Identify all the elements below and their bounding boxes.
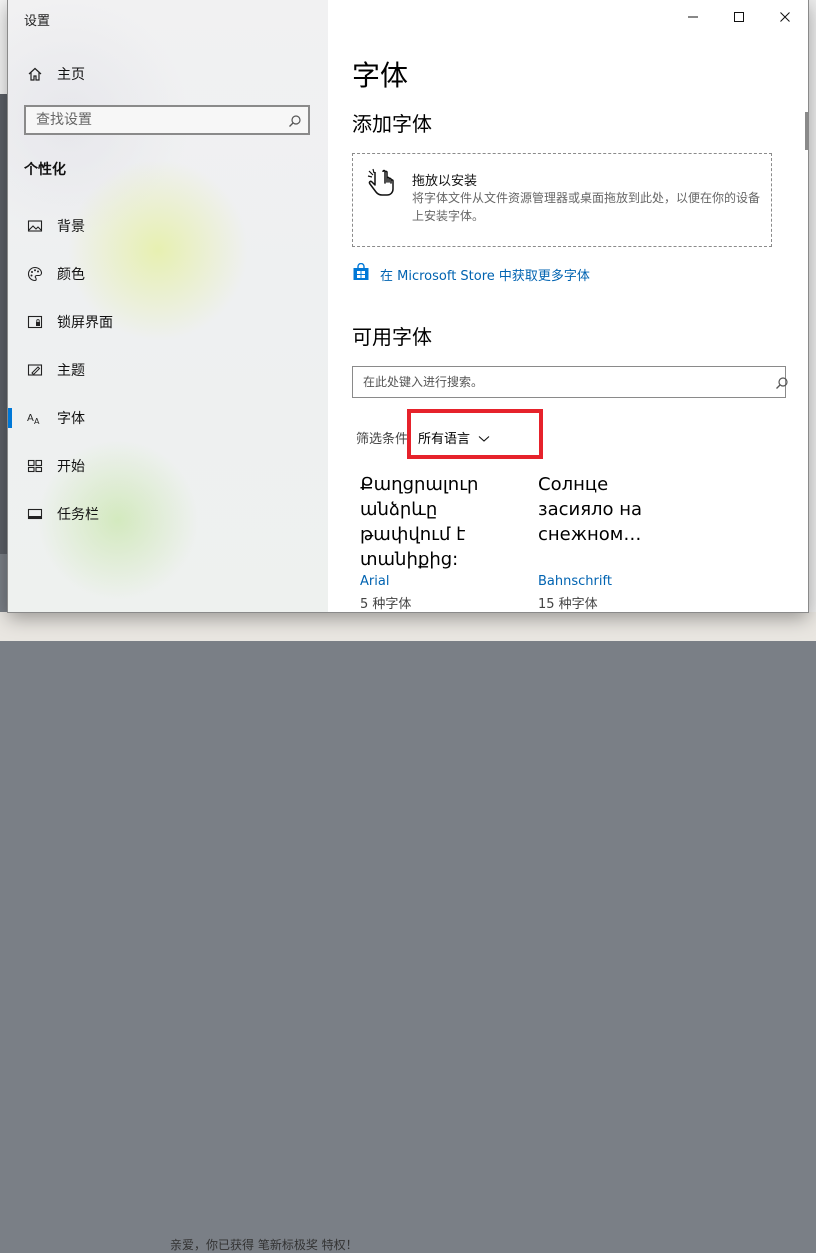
sidebar-item-themes[interactable]: 主题	[8, 350, 328, 390]
settings-search-input[interactable]	[26, 107, 276, 133]
font-card-bahnschrift[interactable]: Солнце засияло на снежном… Bahnschrift 1…	[538, 472, 688, 612]
font-icon: AA	[26, 409, 44, 427]
sidebar-item-label: 背景	[57, 219, 85, 235]
background-peek-text: 亲爱，你已获得 笔新标极奖 特权！	[170, 1238, 358, 1252]
sidebar: 设置 主页 个性化 背景 颜色	[8, 0, 328, 612]
scrollbar-thumb[interactable]	[805, 112, 808, 150]
add-fonts-heading: 添加字体	[352, 112, 432, 136]
taskbar-icon	[26, 505, 44, 523]
palette-icon	[26, 265, 44, 283]
filter-label: 筛选条件	[356, 432, 409, 447]
theme-icon	[26, 361, 44, 379]
close-button[interactable]	[762, 0, 808, 34]
sidebar-item-background[interactable]: 背景	[8, 206, 328, 246]
picture-icon	[26, 217, 44, 235]
svg-text:A: A	[27, 413, 34, 424]
sidebar-item-lock-screen[interactable]: 锁屏界面	[8, 302, 328, 342]
hand-cursor-icon	[367, 168, 401, 202]
font-drop-zone[interactable]: 拖放以安装 将字体文件从文件资源管理器或桌面拖放到此处，以便在你的设备上安装字体…	[352, 153, 772, 247]
sidebar-item-label: 主页	[57, 67, 85, 83]
window-caption-buttons	[670, 0, 808, 34]
sidebar-item-label: 任务栏	[57, 507, 99, 523]
sidebar-item-fonts[interactable]: AA 字体	[8, 398, 328, 438]
search-icon[interactable]	[775, 375, 789, 394]
sidebar-item-home[interactable]: 主页	[8, 54, 328, 94]
watermark-logo: Bai 经验 jingyan.baidu.com	[625, 566, 727, 610]
sidebar-item-label: 颜色	[57, 267, 85, 283]
minimize-button[interactable]	[670, 0, 716, 34]
start-icon	[26, 457, 44, 475]
sidebar-item-label: 主题	[57, 363, 85, 379]
sidebar-item-start[interactable]: 开始	[8, 446, 328, 486]
font-sample-text: Քաղցրալուր անձրևը թափվում է տանիքից:	[360, 474, 479, 570]
sidebar-item-taskbar[interactable]: 任务栏	[8, 494, 328, 534]
home-icon	[26, 65, 44, 83]
sidebar-group-label: 个性化	[24, 162, 66, 178]
font-name: Arial	[360, 574, 390, 589]
maximize-button[interactable]	[716, 0, 762, 34]
lock-screen-icon	[26, 313, 44, 331]
window-title: 设置	[24, 14, 51, 29]
font-count: 15 种字体	[538, 597, 598, 612]
drop-zone-description: 将字体文件从文件资源管理器或桌面拖放到此处，以便在你的设备上安装字体。	[412, 191, 761, 223]
watermark-url: jingyan.baidu.com	[625, 597, 727, 610]
font-name: Bahnschrift	[538, 574, 612, 589]
sidebar-item-label: 字体	[57, 411, 85, 427]
font-card-arial[interactable]: Քաղցրալուր անձրևը թափվում է տանիքից: Ari…	[360, 472, 510, 612]
store-icon	[352, 262, 370, 285]
font-search-box[interactable]	[352, 366, 789, 398]
drop-zone-title: 拖放以安装	[412, 174, 478, 189]
annotation-highlight-box	[407, 409, 543, 459]
font-sample-text: Солнце засияло на снежном…	[538, 474, 643, 545]
watermark-text: Bai 经验	[625, 570, 708, 594]
page-title: 字体	[352, 59, 409, 92]
sidebar-item-label: 开始	[57, 459, 85, 475]
main-content: 字体 添加字体 拖放以安装 将字体文件从文件资源管理器或桌面拖放到此处，以便在你…	[328, 0, 808, 612]
settings-search-box[interactable]	[24, 105, 310, 135]
microsoft-store-link[interactable]: 在 Microsoft Store 中获取更多字体	[352, 262, 590, 285]
store-link-label[interactable]: 在 Microsoft Store 中获取更多字体	[380, 265, 590, 284]
background-bottom-strip: 亲爱，你已获得 笔新标极奖 特权！	[0, 612, 816, 1252]
sidebar-item-label: 锁屏界面	[57, 315, 113, 331]
sidebar-item-colors[interactable]: 颜色	[8, 254, 328, 294]
font-count: 5 种字体	[360, 597, 412, 612]
settings-window: 设置 主页 个性化 背景 颜色	[8, 0, 808, 612]
font-search-input[interactable]	[353, 367, 763, 397]
search-icon[interactable]	[288, 113, 302, 132]
svg-text:A: A	[34, 417, 40, 426]
available-fonts-heading: 可用字体	[352, 325, 432, 349]
